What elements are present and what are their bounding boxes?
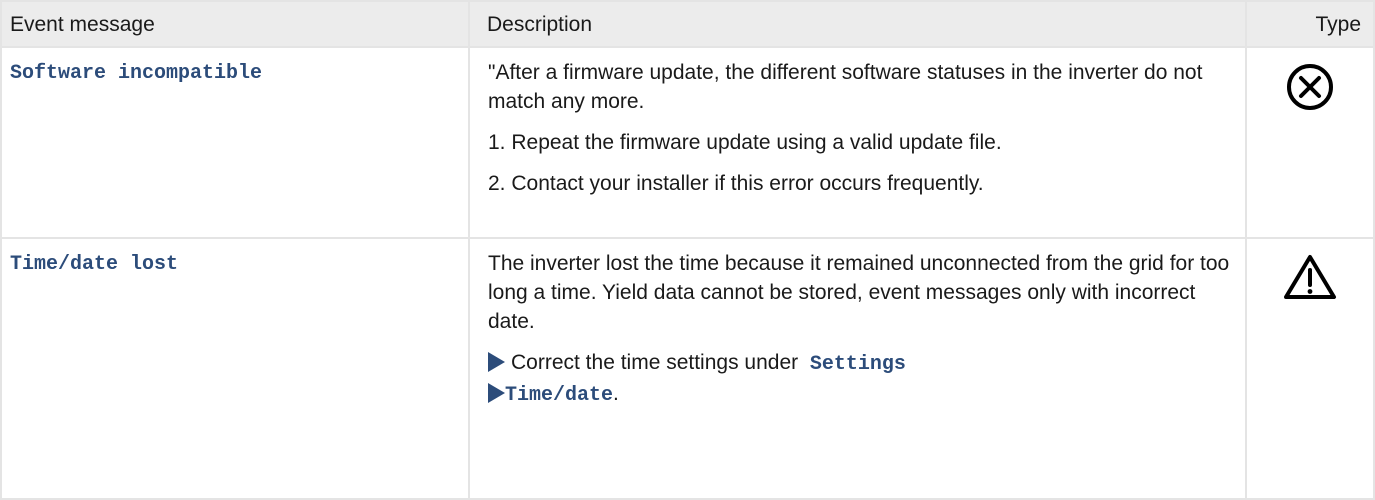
menu-path-time-date: Time/date — [505, 384, 614, 407]
description-paragraph: The inverter lost the time because it re… — [488, 252, 1230, 333]
type-cell — [1245, 46, 1375, 239]
instruction-end: . — [613, 382, 619, 405]
event-messages-table: Event message Description Type Software … — [0, 0, 1375, 500]
menu-separator-arrow-icon — [488, 383, 505, 403]
description-step: 1. Repeat the firmware update using a va… — [488, 131, 1002, 154]
description-paragraph: "After a firmware update, the different … — [488, 61, 1203, 113]
table-row: Time/date lost The inverter lost the tim… — [0, 237, 1375, 500]
event-cell: Software incompatible — [0, 46, 470, 239]
description-cell: "After a firmware update, the different … — [468, 46, 1247, 239]
event-name: Time/date lost — [10, 253, 179, 276]
table-row: Software incompatible "After a firmware … — [0, 46, 1375, 239]
instruction-text: Correct the time settings under — [511, 351, 799, 374]
event-name: Software incompatible — [10, 62, 263, 85]
instruction-step: Correct the time settings under Settings… — [488, 348, 1233, 410]
header-event-message: Event message — [0, 0, 470, 48]
type-cell — [1245, 237, 1375, 500]
header-type: Type — [1245, 0, 1375, 48]
warning-triangle-icon — [1248, 253, 1372, 301]
description-step: 2. Contact your installer if this error … — [488, 172, 984, 195]
description-cell: The inverter lost the time because it re… — [468, 237, 1247, 500]
event-cell: Time/date lost — [0, 237, 470, 500]
menu-path-settings: Settings — [809, 353, 906, 376]
error-circle-x-icon — [1248, 62, 1372, 112]
step-arrow-icon — [488, 352, 505, 372]
header-description: Description — [468, 0, 1247, 48]
table-header-row: Event message Description Type — [0, 0, 1375, 48]
